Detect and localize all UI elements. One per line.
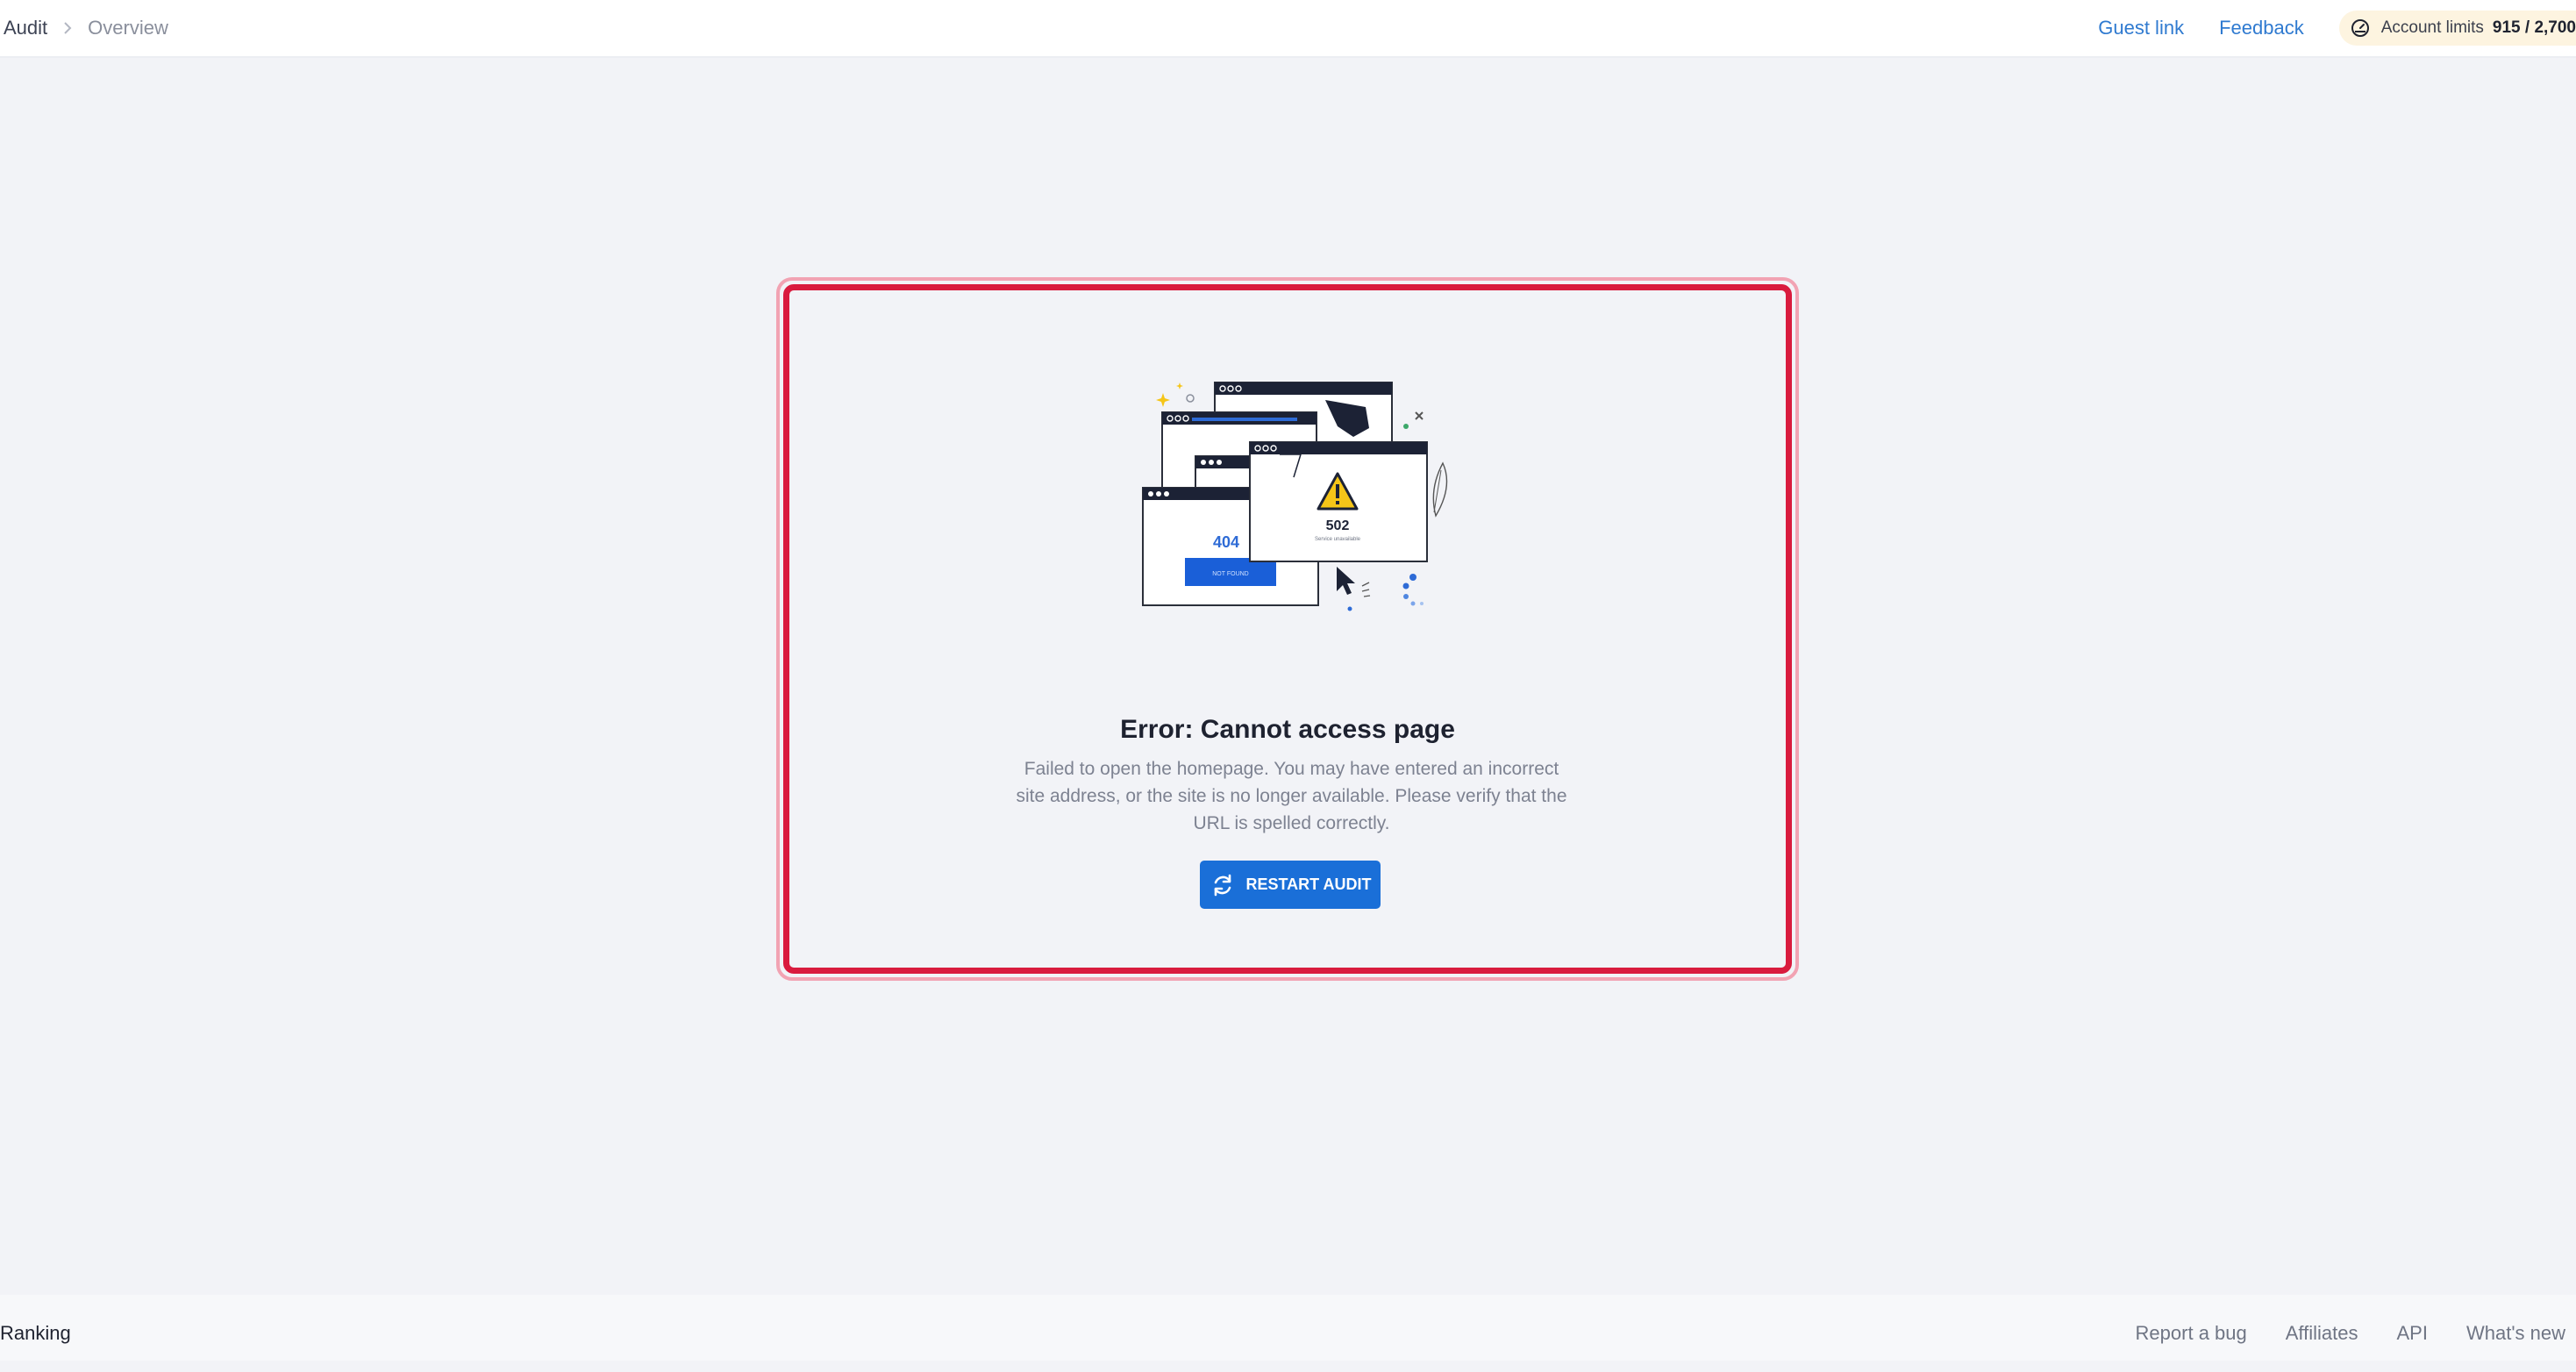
error-description: Failed to open the homepage. You may hav… (1016, 759, 1567, 833)
error-title: Error: Cannot access page (1120, 715, 1455, 744)
whats-new-link[interactable]: What's new (2466, 1322, 2565, 1345)
footer: Ranking Report a bug Affiliates API What… (0, 1295, 2576, 1361)
report-bug-link[interactable]: Report a bug (2136, 1322, 2247, 1345)
affiliates-link[interactable]: Affiliates (2286, 1322, 2358, 1345)
refresh-icon (1210, 872, 1236, 898)
account-limits-label: Account limits (2380, 18, 2484, 37)
restart-audit-label: RESTART AUDIT (1245, 875, 1372, 893)
illustration-404-button: NOT FOUND (1212, 571, 1248, 577)
account-limits-value: 915 / 2,700 (2492, 18, 2576, 37)
breadcrumb-audit-link[interactable]: Audit (4, 17, 47, 39)
breadcrumb: Audit Overview (4, 0, 168, 56)
breadcrumb-current: Overview (88, 17, 168, 39)
top-nav: Guest link Feedback Account limits 915 /… (2098, 0, 2576, 56)
broken-pages-illustration: 404 NOT FOUND 502 Service unavailable (1142, 382, 1448, 611)
illustration-502-code: 502 (1326, 518, 1350, 533)
chevron-right-icon (63, 22, 72, 34)
top-bar: Audit Overview Guest link Feedback Accou… (0, 0, 2576, 58)
illustration-502-subtitle: Service unavailable (1315, 537, 1361, 542)
error-card: 404 NOT FOUND 502 Service unavailable Er… (783, 284, 1792, 974)
api-link[interactable]: API (2397, 1322, 2428, 1345)
account-limits-badge[interactable]: Account limits 915 / 2,700 (2338, 11, 2576, 46)
feedback-link[interactable]: Feedback (2219, 17, 2304, 39)
guest-link[interactable]: Guest link (2098, 17, 2184, 39)
illustration-404-code: 404 (1213, 533, 1239, 551)
restart-audit-button[interactable]: RESTART AUDIT (1200, 861, 1381, 909)
error-card-highlight: 404 NOT FOUND 502 Service unavailable Er… (776, 277, 1799, 981)
gauge-icon (2350, 18, 2371, 39)
